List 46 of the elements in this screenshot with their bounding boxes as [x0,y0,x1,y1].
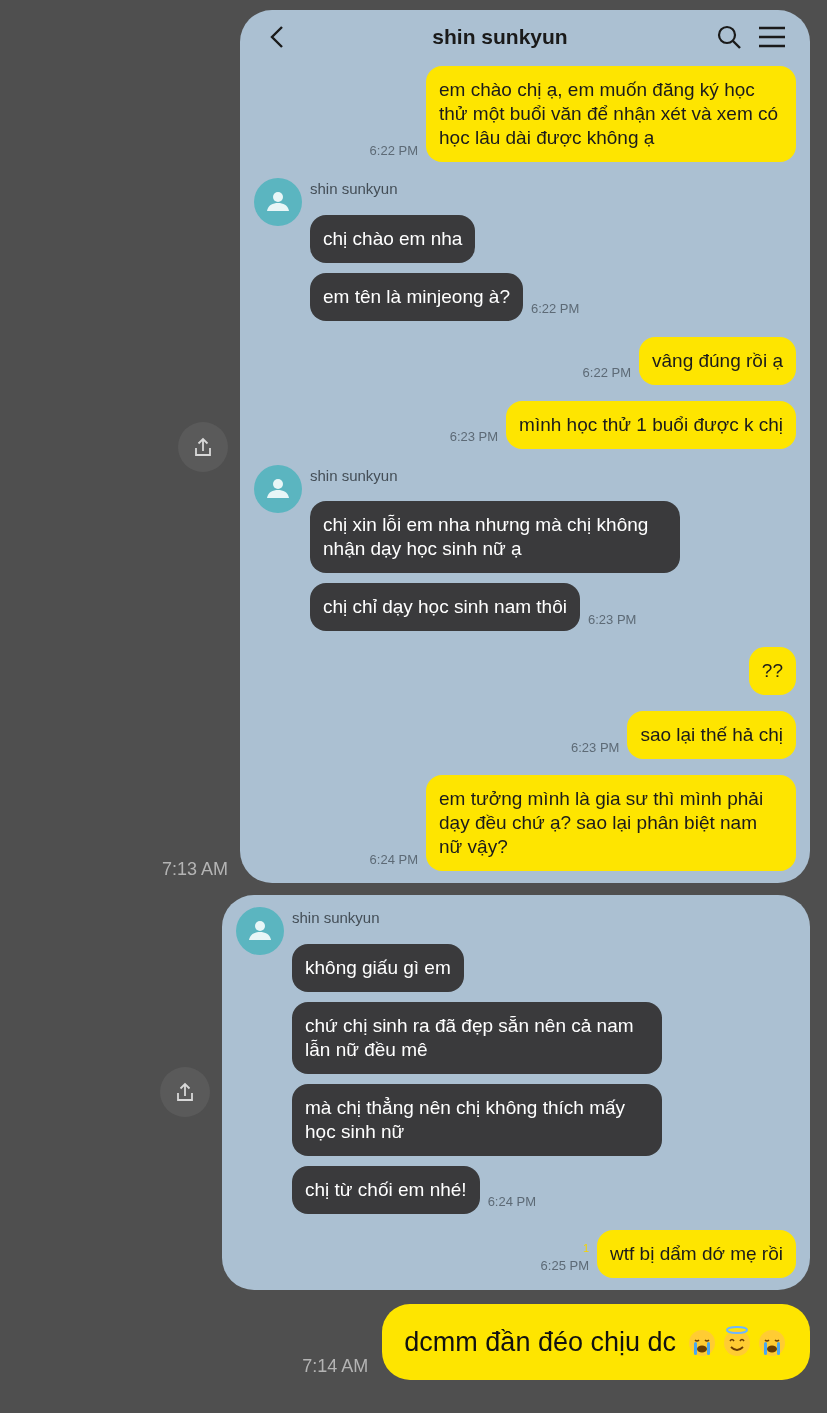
message-bubble: không giấu gì em [292,943,464,992]
message-bubble: sao lại thế hả chị [627,711,796,759]
message-bubble: ?? [748,647,796,695]
back-button[interactable] [270,25,284,49]
message-text: dcmm đần đéo chịu dc [404,1325,676,1359]
timestamp: 6:22 PM [582,364,631,382]
chat-title: shin sunkyun [431,24,569,51]
message-bubble: chị từ chối em nhé! [292,1165,480,1214]
message-bubble: chị chỉ dạy học sinh nam thôi [310,583,580,631]
message-bubble: mình học thử 1 buổi được k chị [506,400,796,449]
share-button[interactable] [178,421,228,472]
menu-button[interactable] [758,26,786,48]
unread-count: 1 [582,1240,590,1256]
sender-name: shin sunkyun [310,465,398,486]
timestamp: 6:25 PM [540,1257,590,1275]
timestamp: 6:23 PM [587,610,637,629]
sender-name: shin sunkyun [292,908,380,928]
avatar-icon [254,178,302,226]
avatar-icon [236,907,284,955]
message-bubble: wtf bị dẩm dớ mẹ rồi [597,1229,796,1278]
timestamp: 6:24 PM [369,850,418,869]
avatar-icon [254,464,302,513]
message-bubble: mà chị thẳng nên chị không thích mấy học sinh nữ [292,1083,662,1156]
share-button[interactable] [160,1067,210,1118]
back-icon [270,25,284,49]
message-time: 7:13 AM [161,858,228,881]
timestamp: 6:22 PM [369,141,418,160]
message-bubble: em chào chị ạ, em muốn đăng ký học thử một buổi văn để nhận xét và xem có học lâu dài được không ạ [426,66,796,162]
share-icon [174,1081,196,1104]
timestamp: 6:24 PM [487,1193,537,1211]
sender-name: shin sunkyun [310,179,398,199]
message-bubble: vâng đúng rồi ạ [639,336,796,385]
smiling-halo-face-icon [721,1325,753,1358]
timestamp: 6:23 PM [571,738,620,757]
search-icon [716,24,742,50]
share-icon [192,435,214,458]
timestamp: 6:22 PM [530,300,580,318]
message-bubble: chị chào em nha [310,214,476,263]
message-bubble: em tên là minjeong à? [310,272,523,321]
menu-icon [758,26,786,48]
message-bubble: chị xin lỗi em nha nhưng mà chị không nhận dạy học sinh nữ ạ [310,501,680,573]
message-bubble: em tưởng mình là gia sư thì mình phải dạy đều chứ ạ? sao lại phân biệt nam nữ vậy? [426,775,796,871]
timestamp: 6:23 PM [449,428,499,446]
search-button[interactable] [716,24,742,50]
message-time: 7:14 AM [302,1355,369,1378]
message-bubble: chứ chị sinh ra đã đẹp sẵn nên cả nam lẫn nữ đều mê [292,1001,662,1074]
